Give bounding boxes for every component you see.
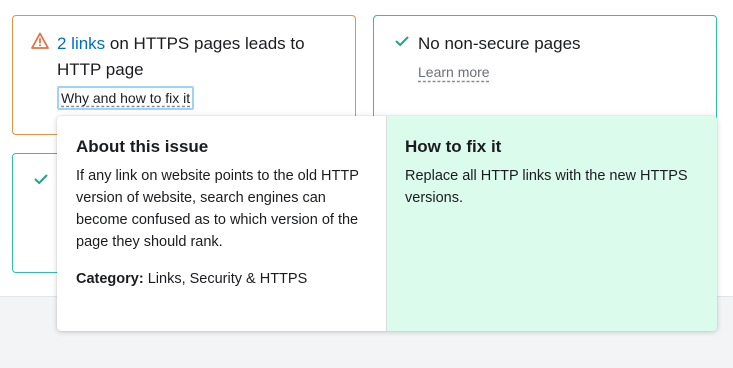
issue-category: Category: Links, Security & HTTPS (76, 268, 368, 290)
warning-triangle-icon (31, 32, 49, 49)
about-issue-panel: About this issue If any link on website … (57, 116, 387, 331)
check-icon (34, 174, 48, 184)
how-to-fix-body: Replace all HTTP links with the new HTTP… (405, 168, 688, 206)
learn-more-link[interactable]: Learn more (418, 62, 490, 82)
issue-popover: About this issue If any link on website … (57, 116, 717, 331)
why-how-fix-link[interactable]: Why and how to fix it (57, 86, 195, 110)
category-label: Category: (76, 271, 144, 287)
about-issue-title: About this issue (76, 137, 209, 156)
how-to-fix-title: How to fix it (405, 137, 502, 156)
check-icon (395, 36, 409, 46)
how-to-fix-panel: How to fix it Replace all HTTP links wit… (387, 116, 717, 331)
ok-card: No non-secure pages Learn more (373, 15, 717, 121)
category-value: Links, Security & HTTPS (143, 271, 308, 287)
ok-text: No non-secure pages (418, 34, 581, 53)
page: 2 links on HTTPS pages leads to HTTP pag… (0, 0, 733, 368)
about-issue-body: If any link on website points to the old… (76, 168, 359, 250)
issue-text: 2 links on HTTPS pages leads to HTTP pag… (57, 31, 337, 83)
issue-count-link[interactable]: 2 links (57, 34, 105, 53)
